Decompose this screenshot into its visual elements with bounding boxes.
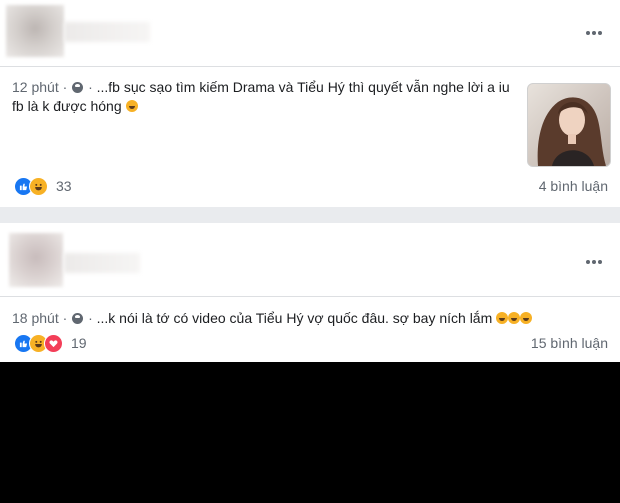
timestamp[interactable]: 18 phút bbox=[12, 310, 59, 326]
portrait-photo-image bbox=[528, 84, 610, 166]
more-options-button[interactable] bbox=[584, 251, 602, 269]
comments-link[interactable]: 15 bình luận bbox=[531, 335, 608, 351]
post-card: 12 phút · · ...fb sục sạo tìm kiếm Drama… bbox=[0, 0, 620, 207]
comments-link[interactable]: 4 bình luận bbox=[539, 178, 608, 194]
avatar[interactable] bbox=[6, 5, 64, 57]
separator-dot: · bbox=[62, 79, 68, 95]
laughing-emoji-icon bbox=[508, 312, 521, 324]
more-options-button[interactable] bbox=[584, 22, 602, 40]
laughing-emoji-icon bbox=[520, 312, 533, 324]
post-thumbnail[interactable] bbox=[527, 83, 611, 167]
reaction-count[interactable]: 19 bbox=[71, 335, 87, 351]
black-overlay bbox=[0, 362, 620, 503]
separator-dot: · bbox=[88, 79, 93, 95]
post-header bbox=[0, 0, 620, 67]
news-feed: 12 phút · · ...fb sục sạo tìm kiếm Drama… bbox=[0, 0, 620, 362]
post-snippet[interactable]: 12 phút · · ...fb sục sạo tìm kiếm Drama… bbox=[12, 78, 512, 116]
love-icon bbox=[44, 333, 63, 353]
timestamp[interactable]: 12 phút bbox=[12, 79, 59, 95]
post-card: 18 phút · · ...k nói là tớ có video của … bbox=[0, 223, 620, 362]
laughing-emoji-icon bbox=[125, 100, 138, 112]
separator-dot: · bbox=[88, 310, 93, 326]
haha-icon bbox=[29, 176, 48, 196]
post-header bbox=[0, 223, 620, 297]
post-text: ...k nói là tớ có video của Tiểu Hý vợ q… bbox=[96, 310, 493, 326]
globe-icon bbox=[72, 82, 84, 93]
separator-dot: · bbox=[62, 310, 68, 326]
post-snippet[interactable]: 18 phút · · ...k nói là tớ có video của … bbox=[12, 309, 533, 328]
avatar[interactable] bbox=[9, 233, 63, 287]
author-name-blurred[interactable] bbox=[64, 253, 140, 273]
author-name-blurred[interactable] bbox=[64, 22, 150, 42]
post-text: ...fb sục sạo tìm kiếm Drama và Tiểu Hý … bbox=[12, 79, 510, 114]
reactions-summary[interactable]: 33 bbox=[14, 176, 72, 196]
globe-icon bbox=[72, 313, 84, 324]
laughing-emoji-icon bbox=[496, 312, 509, 324]
reaction-count[interactable]: 33 bbox=[56, 178, 72, 194]
reactions-summary[interactable]: 19 bbox=[14, 333, 87, 353]
